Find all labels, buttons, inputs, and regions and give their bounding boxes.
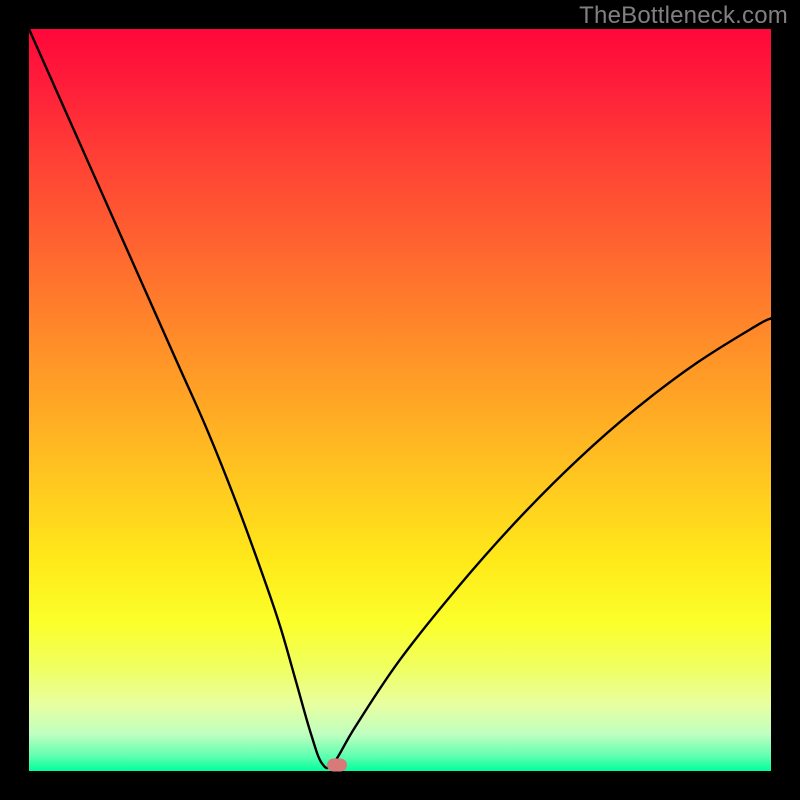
bottleneck-curve: [29, 29, 771, 771]
watermark-text: TheBottleneck.com: [579, 2, 788, 30]
minimum-marker: [327, 759, 347, 772]
